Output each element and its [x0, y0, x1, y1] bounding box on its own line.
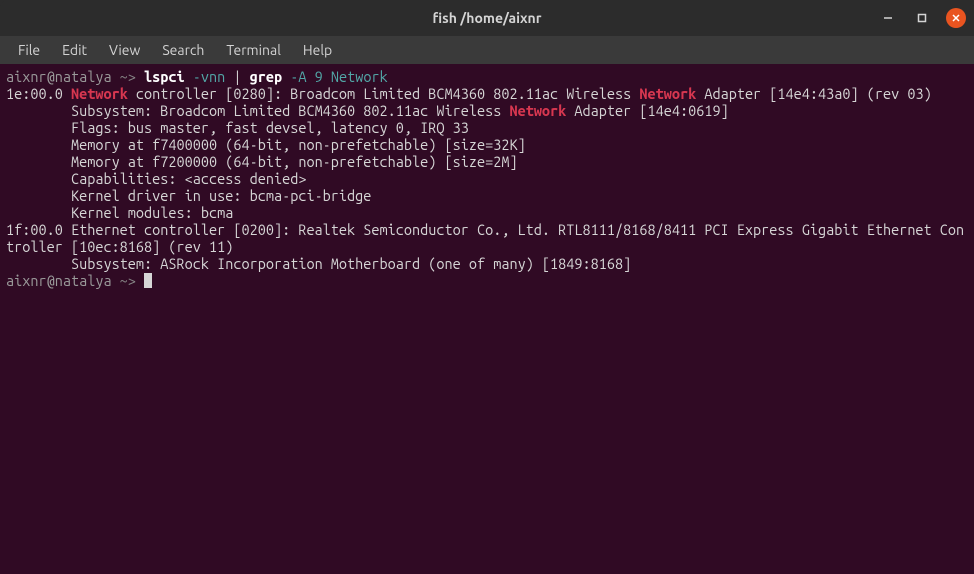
- output-line: Memory at f7400000 (64-bit, non-prefetch…: [6, 136, 968, 153]
- output-line: Subsystem: ASRock Incorporation Motherbo…: [6, 255, 968, 272]
- maximize-button[interactable]: [912, 8, 932, 28]
- output-line: Subsystem: Broadcom Limited BCM4360 802.…: [6, 102, 968, 119]
- output-line: Capabilities: <access denied>: [6, 170, 968, 187]
- cursor: [144, 273, 152, 288]
- command-line: aixnr@natalya ~> lspci -vnn | grep -A 9 …: [6, 68, 968, 85]
- output-line: Flags: bus master, fast devsel, latency …: [6, 119, 968, 136]
- output-line: Kernel driver in use: bcma-pci-bridge: [6, 187, 968, 204]
- output-line: Memory at f7200000 (64-bit, non-prefetch…: [6, 153, 968, 170]
- prompt-line: aixnr@natalya ~>: [6, 272, 968, 289]
- cmd-opt-vnn: -vnn: [185, 68, 226, 85]
- minimize-button[interactable]: [878, 8, 898, 28]
- grep-match: Network: [71, 85, 128, 102]
- cmd-grep: grep: [250, 68, 282, 85]
- menu-view[interactable]: View: [99, 38, 150, 62]
- prompt-separator: ~>: [112, 272, 144, 289]
- output-line: Kernel modules: bcma: [6, 204, 968, 221]
- close-button[interactable]: [946, 8, 966, 28]
- prompt-user: aixnr@natalya: [6, 68, 112, 85]
- close-icon: [951, 13, 961, 23]
- cmd-pipe: |: [225, 68, 249, 85]
- menu-terminal[interactable]: Terminal: [216, 38, 291, 62]
- menu-search[interactable]: Search: [152, 38, 214, 62]
- menubar: File Edit View Search Terminal Help: [0, 36, 974, 64]
- prompt-user: aixnr@natalya: [6, 272, 112, 289]
- menu-help[interactable]: Help: [293, 38, 342, 62]
- terminal-area[interactable]: aixnr@natalya ~> lspci -vnn | grep -A 9 …: [0, 64, 974, 574]
- window-title: fish /home/aixnr: [432, 10, 541, 26]
- minimize-icon: [883, 13, 893, 23]
- output-line: 1f:00.0 Ethernet controller [0200]: Real…: [6, 221, 968, 255]
- titlebar: fish /home/aixnr: [0, 0, 974, 36]
- maximize-icon: [917, 13, 927, 23]
- grep-match: Network: [639, 85, 696, 102]
- cmd-opt-a9: -A 9 Network: [282, 68, 388, 85]
- menu-edit[interactable]: Edit: [52, 38, 97, 62]
- output-line: 1e:00.0 Network controller [0280]: Broad…: [6, 85, 968, 102]
- cmd-lspci: lspci: [144, 68, 185, 85]
- window-controls: [878, 8, 966, 28]
- grep-match: Network: [509, 102, 566, 119]
- menu-file[interactable]: File: [8, 38, 50, 62]
- prompt-separator: ~>: [112, 68, 144, 85]
